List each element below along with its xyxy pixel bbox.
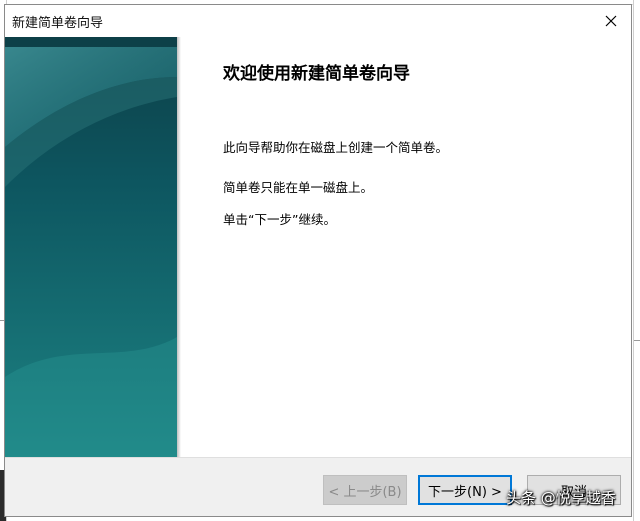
- close-icon: [605, 15, 617, 27]
- instruction-text: 单击“下一步”继续。: [223, 212, 336, 227]
- wizard-side-banner: [5, 37, 177, 457]
- background-window-right-edge: [633, 0, 640, 521]
- intro-text: 此向导帮助你在磁盘上创建一个简单卷。: [223, 140, 449, 155]
- info-text: 简单卷只能在单一磁盘上。: [223, 180, 374, 195]
- wizard-heading: 欢迎使用新建简单卷向导: [223, 64, 410, 84]
- watermark: 头条 @悦享越香: [506, 489, 616, 507]
- dialog-title: 新建简单卷向导: [12, 15, 104, 31]
- banner-graphic: [5, 37, 177, 457]
- next-button[interactable]: 下一步(N) >: [418, 475, 512, 505]
- footer-divider: [5, 457, 631, 458]
- title-bar: 新建简单卷向导: [5, 5, 631, 37]
- new-simple-volume-wizard-dialog: 新建简单卷向导 欢迎使用新建简单卷向导 此向导帮助你在磁盘上创建一个简单卷。 简…: [4, 4, 632, 517]
- close-button[interactable]: [591, 5, 631, 37]
- back-button[interactable]: < 上一步(B): [323, 475, 407, 505]
- banner-shadow: [177, 37, 181, 457]
- background-divider: [634, 340, 640, 341]
- wizard-content: 欢迎使用新建简单卷向导 此向导帮助你在磁盘上创建一个简单卷。 简单卷只能在单一磁…: [5, 37, 631, 457]
